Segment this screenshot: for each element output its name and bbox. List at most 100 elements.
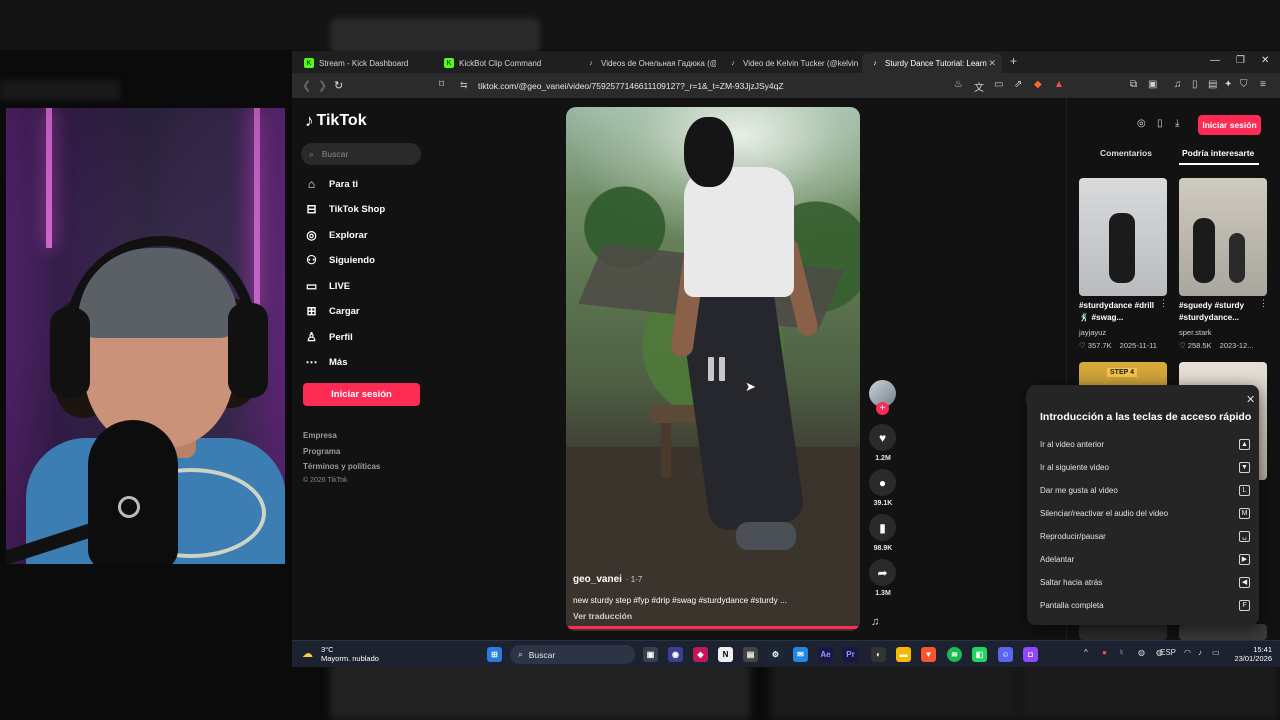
chevron-up-icon[interactable]: ^ (1084, 648, 1088, 657)
reader-icon[interactable]: ♨ (954, 79, 963, 90)
login-button[interactable]: Iniciar sesión (1198, 115, 1261, 135)
close-icon[interactable]: ✕ (1246, 393, 1255, 406)
app-icon[interactable]: ◐ (871, 647, 886, 662)
suggestion-thumbnail[interactable] (1179, 178, 1267, 296)
share-icon[interactable]: ⇗ (1014, 79, 1022, 90)
taskbar-search[interactable]: ⌕ Buscar (510, 645, 635, 664)
weather-widget[interactable]: ☁ 3°C Mayorm. nublado (302, 645, 379, 663)
app-icon[interactable]: ◉ (668, 647, 683, 662)
follow-plus-icon[interactable]: + (876, 402, 889, 415)
tab-kickbot[interactable]: K KickBot Clip Command (436, 53, 576, 73)
app-tray-icon[interactable]: ◍ (1138, 648, 1145, 657)
sidebar-item-para-ti[interactable]: ⌂ Para ti (305, 175, 358, 193)
folder-icon[interactable]: ▬ (896, 647, 911, 662)
download-icon[interactable]: ⤓ (1175, 118, 1179, 129)
maximize-icon[interactable]: ❐ (1236, 55, 1245, 66)
wallet-icon[interactable]: ▣ (1148, 79, 1157, 90)
task-view-icon[interactable]: ▣ (643, 647, 658, 662)
tab-sturdy-dance[interactable]: ♪ Sturdy Dance Tutorial: Learn ✕ (862, 53, 1002, 73)
compass-icon[interactable]: ◎ (1137, 118, 1146, 129)
reload-icon[interactable]: ↻ (334, 79, 343, 92)
close-window-icon[interactable]: ✕ (1261, 55, 1269, 66)
steam-icon[interactable]: ⚙ (768, 647, 783, 662)
premiere-icon[interactable]: Pr (843, 647, 858, 662)
music-icon[interactable]: ♫ (1174, 79, 1182, 90)
tab-comentarios[interactable]: Comentarios (1100, 148, 1152, 158)
suggestion-caption[interactable]: #sguedy #sturdy #sturdydance... (1179, 300, 1259, 324)
sidebar-item-live[interactable]: ▭ LIVE (305, 277, 350, 295)
windows-start-icon[interactable]: ⊞ (487, 647, 502, 662)
sidebar-icon[interactable]: ▯ (1192, 79, 1198, 90)
search-input[interactable]: ⌕ Buscar (301, 143, 421, 165)
tiktok-logo[interactable]: ♪ TikTok (305, 111, 367, 131)
device-icon[interactable]: ▯ (1157, 118, 1163, 129)
translate-icon[interactable]: 文 (974, 79, 984, 94)
suggestion-thumbnail[interactable] (1079, 178, 1167, 296)
video-player[interactable]: ➤ geo_vanei · 1-7 new sturdy step #fyp #… (566, 107, 860, 631)
new-tab-icon[interactable]: + (1010, 54, 1017, 68)
wifi-icon[interactable]: ◠ (1184, 648, 1191, 657)
vpn-icon[interactable]: ⛉ (1240, 79, 1248, 90)
more-icon[interactable]: ⋮ (1159, 298, 1168, 309)
minimize-icon[interactable]: — (1210, 55, 1220, 66)
suggestion-thumbnail[interactable] (1179, 624, 1267, 640)
bookmark-icon[interactable]: ⌑ (439, 79, 444, 90)
brave-shield-icon[interactable]: ◆ (1034, 79, 1042, 90)
tab-tiktok-kelvin[interactable]: ♪ Video de Kelvin Tucker (@kelvinkelvi (720, 53, 858, 73)
suggestion-author[interactable]: jayjayuz (1079, 328, 1169, 337)
sidebar-item-mas[interactable]: ⋯ Más (305, 353, 348, 371)
leo-icon[interactable]: ✦ (1224, 79, 1232, 90)
share-button[interactable]: ➦ (869, 559, 896, 586)
comment-button[interactable]: ● (869, 469, 896, 496)
footer-link-empresa[interactable]: Empresa (303, 431, 337, 440)
app-tray-icon[interactable]: ● (1102, 648, 1107, 657)
video-author[interactable]: geo_vanei · 1-7 (573, 574, 642, 585)
taskbar-clock[interactable]: 15:41 23/01/2026 (1232, 645, 1272, 663)
wallet2-icon[interactable]: ▤ (1208, 79, 1217, 90)
footer-link-terminos[interactable]: Términos y políticas (303, 462, 380, 471)
volume-icon[interactable]: ♪ (1198, 648, 1202, 657)
close-tab-icon[interactable]: ✕ (988, 58, 996, 69)
menu-icon[interactable]: ≡ (1260, 79, 1266, 90)
tab-kick-dashboard[interactable]: K Stream - Kick Dashboard (296, 53, 434, 73)
sidebar-item-cargar[interactable]: ⊞ Cargar (305, 302, 359, 320)
sidebar-item-tiktok-shop[interactable]: ⊟ TikTok Shop (305, 200, 385, 218)
more-icon[interactable]: ⋮ (1259, 298, 1268, 309)
app-icon[interactable]: ◈ (693, 647, 708, 662)
after-effects-icon[interactable]: Ae (818, 647, 833, 662)
brave-icon[interactable]: ▼ (921, 647, 936, 662)
battery-icon[interactable]: ▭ (1212, 648, 1220, 657)
like-button[interactable]: ♥ (869, 424, 896, 451)
mic-icon[interactable]: ♮ (1120, 648, 1123, 657)
pause-icon[interactable] (703, 357, 729, 383)
suggestion-author[interactable]: sper.stark (1179, 328, 1269, 337)
url-field[interactable]: ⇆ tiktok.com/@geo_vanei/video/7592577146… (454, 76, 1084, 95)
app-icon[interactable]: ✉ (793, 647, 808, 662)
spotify-icon[interactable]: ≋ (947, 647, 962, 662)
tab-podria-interesarte[interactable]: Podría interesarte (1182, 148, 1254, 158)
app-icon[interactable]: ▤ (743, 647, 758, 662)
suggestion-caption[interactable]: #sturdydance #drill 🕺 #swag... (1079, 300, 1159, 324)
discord-icon[interactable]: ☺ (998, 647, 1013, 662)
tab-tiktok-videos[interactable]: ♪ Videos de Онельная Гадюка (@gora (578, 53, 716, 73)
sidebar-item-explorar[interactable]: ◎ Explorar (305, 226, 367, 244)
music-disc-icon[interactable]: ♫ (871, 616, 879, 628)
app-icon[interactable]: ◘ (1023, 647, 1038, 662)
translate-link[interactable]: Ver traducción (573, 611, 632, 621)
save-button[interactable]: ▮ (869, 514, 896, 541)
video-progress[interactable] (566, 626, 860, 629)
suggestion-thumbnail[interactable] (1079, 624, 1167, 640)
login-button[interactable]: Iniciar sesión (303, 383, 420, 406)
site-settings-icon[interactable]: ⇆ (460, 80, 468, 91)
forward-icon[interactable]: ❯ (318, 79, 327, 92)
cast-icon[interactable]: ▭ (994, 79, 1003, 90)
sidebar-item-perfil[interactable]: ♙ Perfil (305, 328, 353, 346)
footer-link-programa[interactable]: Programa (303, 447, 340, 456)
notion-icon[interactable]: N (718, 647, 733, 662)
app-icon[interactable]: ◧ (972, 647, 987, 662)
lang-indicator[interactable]: ESP (1160, 648, 1176, 657)
extensions-icon[interactable]: ⧉ (1130, 79, 1137, 90)
sidebar-item-siguiendo[interactable]: ⚇ Siguiendo (305, 251, 375, 269)
back-icon[interactable]: ❮ (302, 79, 311, 92)
rewards-icon[interactable]: ▲ (1054, 79, 1064, 90)
